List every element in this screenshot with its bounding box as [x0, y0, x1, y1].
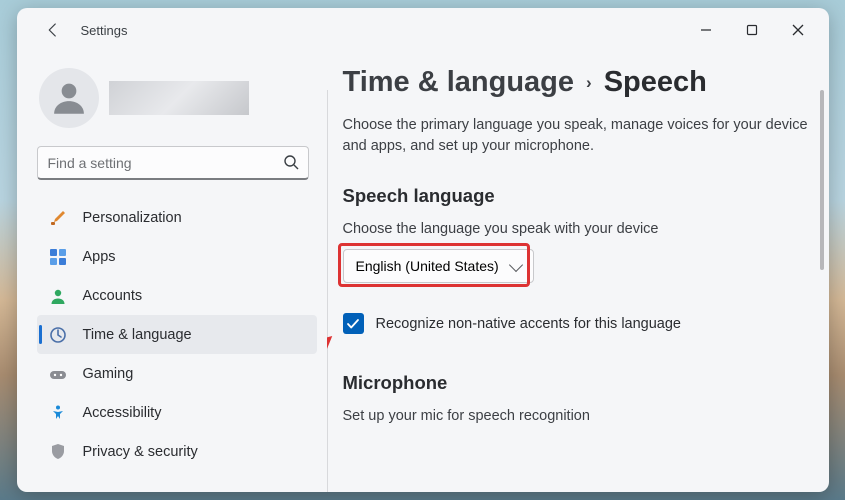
search-input[interactable] — [37, 146, 309, 180]
sidebar-item-apps[interactable]: Apps — [37, 237, 317, 276]
checkmark-icon — [346, 317, 360, 331]
maximize-button[interactable] — [729, 14, 775, 46]
breadcrumb-parent[interactable]: Time & language — [343, 66, 575, 99]
back-button[interactable] — [37, 14, 69, 46]
avatar — [39, 68, 99, 128]
search-wrap — [37, 146, 309, 180]
titlebar: Settings — [17, 8, 829, 52]
vertical-divider — [327, 90, 328, 492]
sidebar-item-gaming[interactable]: Gaming — [37, 354, 317, 393]
shield-icon — [49, 443, 67, 461]
scrollbar-thumb[interactable] — [820, 90, 824, 270]
brush-icon — [49, 209, 67, 227]
speech-language-dropdown[interactable]: English (United States) — [343, 249, 534, 283]
speech-language-sub: Choose the language you speak with your … — [343, 221, 809, 237]
chevron-right-icon: › — [586, 73, 592, 93]
person-icon — [49, 287, 67, 305]
arrow-left-icon — [44, 21, 62, 39]
close-icon — [792, 24, 804, 36]
profile-name-placeholder — [109, 81, 249, 115]
body-area: Personalization Apps Accounts Time & lan… — [17, 52, 829, 492]
sidebar-item-label: Accounts — [83, 288, 143, 304]
sidebar-item-accessibility[interactable]: Accessibility — [37, 393, 317, 432]
sidebar-item-accounts[interactable]: Accounts — [37, 276, 317, 315]
search-icon — [283, 154, 299, 170]
sidebar-item-privacy-security[interactable]: Privacy & security — [37, 432, 317, 471]
speech-language-dropdown-wrap: English (United States) — [343, 249, 534, 283]
page-description: Choose the primary language you speak, m… — [343, 115, 809, 157]
window-controls — [683, 14, 821, 46]
dropdown-selected-value: English (United States) — [356, 258, 499, 274]
accent-checkbox-row: Recognize non-native accents for this la… — [343, 313, 809, 334]
maximize-icon — [746, 24, 758, 36]
profile-block[interactable] — [37, 62, 317, 146]
sidebar-item-time-language[interactable]: Time & language — [37, 315, 317, 354]
accent-checkbox-label: Recognize non-native accents for this la… — [376, 316, 682, 332]
sidebar-item-label: Personalization — [83, 210, 182, 226]
speech-language-heading: Speech language — [343, 185, 809, 207]
apps-icon — [49, 248, 67, 266]
minimize-button[interactable] — [683, 14, 729, 46]
minimize-icon — [700, 24, 712, 36]
app-title: Settings — [81, 23, 128, 38]
close-button[interactable] — [775, 14, 821, 46]
accessibility-icon — [49, 404, 67, 422]
accent-checkbox[interactable] — [343, 313, 364, 334]
person-icon — [48, 77, 90, 119]
gamepad-icon — [49, 365, 67, 383]
breadcrumb-current: Speech — [604, 66, 707, 99]
microphone-heading: Microphone — [343, 372, 809, 394]
annotation-red-arrow — [327, 324, 344, 414]
sidebar-item-label: Apps — [83, 249, 116, 265]
globe-clock-icon — [49, 326, 67, 344]
settings-window: Settings — [17, 8, 829, 492]
sidebar-item-label: Privacy & security — [83, 444, 198, 460]
microphone-sub: Set up your mic for speech recognition — [343, 408, 809, 424]
content-pane: Time & language › Speech Choose the prim… — [327, 52, 829, 492]
sidebar: Personalization Apps Accounts Time & lan… — [17, 52, 327, 492]
breadcrumb: Time & language › Speech — [343, 66, 809, 99]
sidebar-item-label: Accessibility — [83, 405, 162, 421]
nav-list: Personalization Apps Accounts Time & lan… — [37, 198, 317, 471]
sidebar-item-label: Gaming — [83, 366, 134, 382]
sidebar-item-personalization[interactable]: Personalization — [37, 198, 317, 237]
sidebar-item-label: Time & language — [83, 327, 192, 343]
